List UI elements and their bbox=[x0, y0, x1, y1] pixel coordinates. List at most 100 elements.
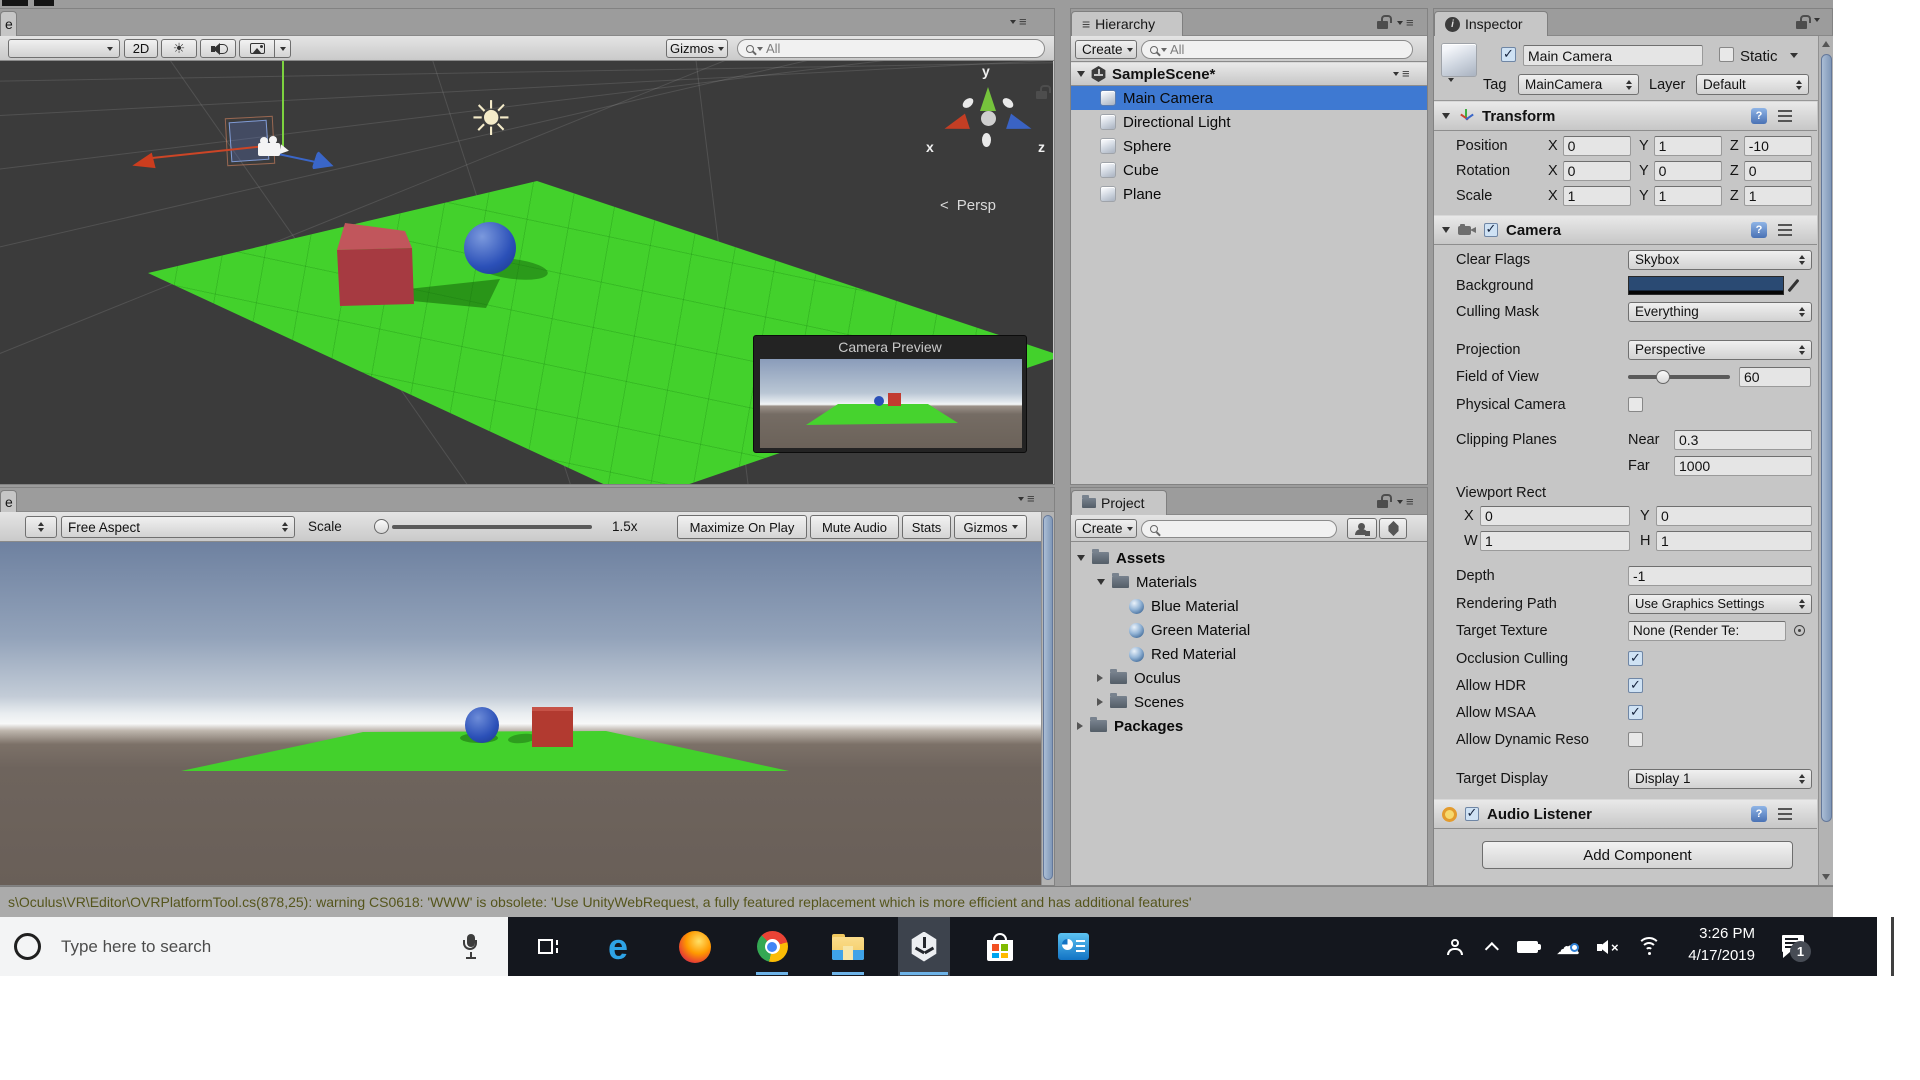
project-row-packages[interactable]: Packages bbox=[1071, 714, 1427, 738]
volume-muted-icon[interactable]: × bbox=[1589, 917, 1629, 976]
project-lock-icon[interactable] bbox=[1377, 500, 1388, 508]
hierarchy-search-input[interactable]: All bbox=[1141, 40, 1413, 59]
inspector-panel-menu[interactable] bbox=[1814, 18, 1820, 22]
foldout-icon[interactable] bbox=[1097, 674, 1103, 682]
fov-field[interactable]: 60 bbox=[1739, 367, 1811, 387]
tab-game-cut[interactable]: e bbox=[0, 490, 17, 512]
prefab-caret-icon[interactable] bbox=[1448, 78, 1454, 82]
aspect-dropdown[interactable]: Free Aspect bbox=[61, 516, 295, 538]
depth-field[interactable]: -1 bbox=[1628, 566, 1812, 586]
help-icon[interactable]: ? bbox=[1751, 222, 1767, 238]
project-favorites-button[interactable] bbox=[1347, 518, 1377, 539]
eyedropper-icon[interactable] bbox=[1788, 279, 1800, 292]
battery-icon[interactable] bbox=[1510, 917, 1548, 976]
mute-audio-button[interactable]: Mute Audio bbox=[810, 515, 899, 539]
stats-button[interactable]: Stats bbox=[902, 515, 951, 539]
action-center-icon[interactable]: 1 bbox=[1768, 917, 1818, 976]
axis-gizmo[interactable]: y x z bbox=[920, 61, 1053, 181]
directional-light-gizmo[interactable]: ☀ bbox=[465, 94, 517, 146]
project-create-button[interactable]: Create bbox=[1075, 519, 1137, 538]
hierarchy-lock-icon[interactable] bbox=[1377, 21, 1388, 29]
gameobject-big-icon[interactable] bbox=[1442, 44, 1476, 76]
project-label-button[interactable] bbox=[1379, 518, 1407, 539]
camera-header[interactable]: Camera ? bbox=[1434, 215, 1817, 245]
edge-icon[interactable]: e bbox=[594, 917, 642, 976]
inspector-lock-icon[interactable] bbox=[1796, 21, 1807, 29]
draw-mode-dropdown[interactable] bbox=[8, 39, 120, 58]
name-field[interactable]: Main Camera bbox=[1523, 45, 1703, 66]
tray-chevron-icon[interactable] bbox=[1478, 917, 1510, 976]
vr-h-field[interactable]: 1 bbox=[1656, 531, 1812, 551]
active-checkbox[interactable] bbox=[1501, 47, 1516, 62]
ms-store-icon[interactable] bbox=[976, 917, 1024, 976]
game-viewport[interactable] bbox=[0, 542, 1041, 885]
foldout-icon[interactable] bbox=[1097, 579, 1105, 585]
allow-hdr-checkbox[interactable] bbox=[1628, 678, 1643, 693]
add-component-button[interactable]: Add Component bbox=[1482, 841, 1793, 869]
hierarchy-item-plane[interactable]: Plane bbox=[1071, 182, 1427, 206]
physical-camera-checkbox[interactable] bbox=[1628, 397, 1643, 412]
vr-y-field[interactable]: 0 bbox=[1656, 506, 1812, 526]
hierarchy-create-button[interactable]: Create bbox=[1075, 40, 1137, 59]
foldout-icon[interactable] bbox=[1097, 698, 1103, 706]
mic-icon[interactable] bbox=[462, 934, 480, 960]
rotation-x-field[interactable]: 0 bbox=[1563, 161, 1631, 181]
tab-project[interactable]: Project bbox=[1071, 490, 1167, 515]
foldout-icon[interactable] bbox=[1442, 113, 1450, 119]
project-row-blue-material[interactable]: Blue Material bbox=[1071, 594, 1427, 618]
cortana-icon[interactable] bbox=[14, 933, 41, 960]
scale-x-field[interactable]: 1 bbox=[1563, 186, 1631, 206]
tag-dropdown[interactable]: MainCamera bbox=[1518, 74, 1639, 95]
static-checkbox[interactable] bbox=[1719, 47, 1734, 62]
hierarchy-item-main-camera[interactable]: Main Camera bbox=[1071, 86, 1427, 110]
taskbar-search[interactable]: Type here to search bbox=[0, 917, 508, 976]
firefox-icon[interactable] bbox=[671, 917, 719, 976]
scene-panel-menu[interactable]: ≡ bbox=[1010, 17, 1027, 27]
scroll-up-icon[interactable] bbox=[1822, 41, 1830, 47]
scene-effects-caret[interactable] bbox=[275, 39, 291, 58]
scene-lighting-button[interactable]: ☀ bbox=[161, 39, 197, 58]
culling-mask-dropdown[interactable]: Everything bbox=[1628, 302, 1812, 322]
project-row-green-material[interactable]: Green Material bbox=[1071, 618, 1427, 642]
taskbar-clock[interactable]: 3:26 PM 4/17/2019 bbox=[1655, 923, 1755, 967]
scene-row-menu[interactable]: ≡ bbox=[1393, 69, 1410, 79]
layer-dropdown[interactable]: Default bbox=[1696, 74, 1809, 95]
foldout-icon[interactable] bbox=[1442, 227, 1450, 233]
task-view-button[interactable] bbox=[524, 917, 570, 976]
static-caret-icon[interactable] bbox=[1790, 53, 1798, 58]
rotation-z-field[interactable]: 0 bbox=[1744, 161, 1812, 181]
inspector-scrollbar-thumb[interactable] bbox=[1821, 54, 1832, 822]
background-color-swatch[interactable] bbox=[1628, 276, 1784, 295]
clear-flags-dropdown[interactable]: Skybox bbox=[1628, 250, 1812, 270]
game-gizmos-button[interactable]: Gizmos bbox=[954, 515, 1027, 539]
inspector-scrollbar[interactable] bbox=[1818, 36, 1833, 885]
chrome-icon[interactable] bbox=[748, 917, 796, 976]
scene-search-input[interactable]: All bbox=[737, 39, 1045, 58]
tab-inspector[interactable]: i Inspector bbox=[1434, 11, 1548, 36]
vr-w-field[interactable]: 1 bbox=[1480, 531, 1630, 551]
hierarchy-item-directional-light[interactable]: Directional Light bbox=[1071, 110, 1427, 134]
allow-dynamic-reso-checkbox[interactable] bbox=[1628, 732, 1643, 747]
object-picker-icon[interactable] bbox=[1794, 625, 1805, 636]
preset-icon[interactable] bbox=[1778, 808, 1792, 820]
project-row-assets[interactable]: Assets bbox=[1071, 546, 1427, 570]
game-scrollbar[interactable] bbox=[1041, 512, 1054, 885]
scene-viewport[interactable]: ☀ y x z < Persp bbox=[0, 61, 1053, 484]
position-z-field[interactable]: -10 bbox=[1744, 136, 1812, 156]
foldout-icon[interactable] bbox=[1077, 722, 1083, 730]
report-app-icon[interactable] bbox=[1049, 917, 1097, 976]
scene-audio-button[interactable] bbox=[200, 39, 236, 58]
tab-scene-cut[interactable]: e bbox=[0, 11, 17, 36]
scene-effects-button[interactable] bbox=[239, 39, 275, 58]
scale-y-field[interactable]: 1 bbox=[1654, 186, 1722, 206]
transform-header[interactable]: Transform ? bbox=[1434, 101, 1817, 131]
rotation-y-field[interactable]: 0 bbox=[1654, 161, 1722, 181]
project-row-red-material[interactable]: Red Material bbox=[1071, 642, 1427, 666]
hierarchy-scene-row[interactable]: SampleScene* ≡ bbox=[1071, 62, 1427, 86]
slider-knob[interactable] bbox=[374, 519, 389, 534]
position-y-field[interactable]: 1 bbox=[1654, 136, 1722, 156]
onedrive-icon[interactable]: ☁ bbox=[1548, 917, 1588, 976]
target-texture-field[interactable]: None (Render Te: bbox=[1628, 621, 1786, 641]
fov-slider[interactable] bbox=[1628, 367, 1730, 387]
preset-icon[interactable] bbox=[1778, 110, 1792, 122]
